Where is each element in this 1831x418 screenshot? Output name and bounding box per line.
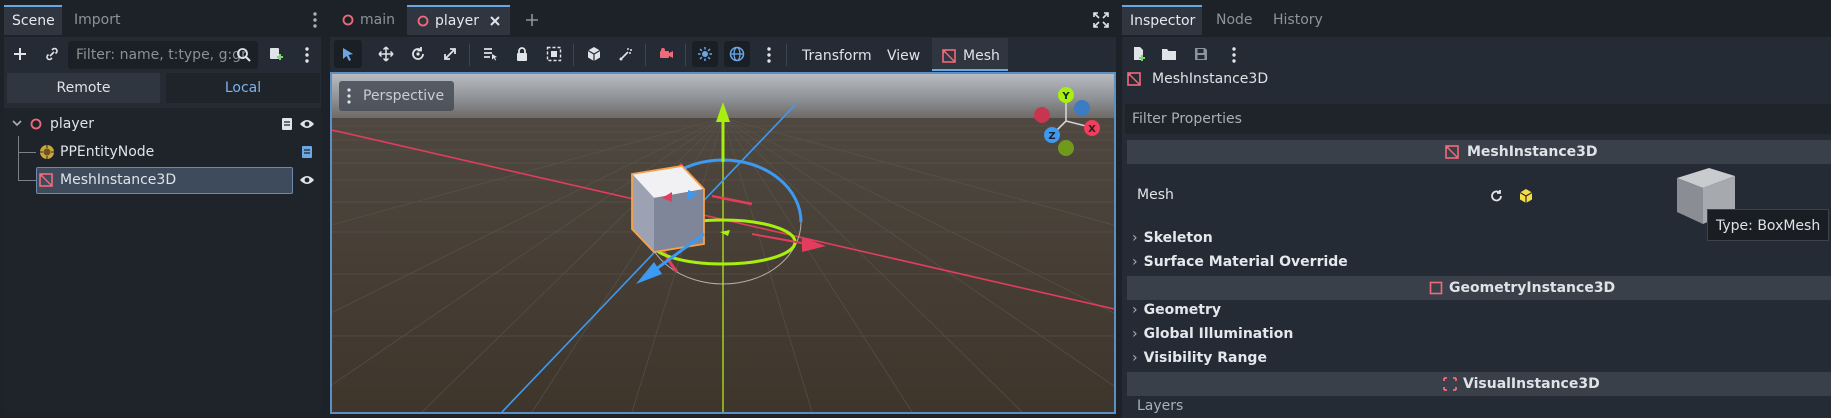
gizmo-y-label: Y bbox=[1061, 91, 1070, 102]
ppentity-node-icon bbox=[39, 144, 55, 160]
tab-inspector[interactable]: Inspector bbox=[1122, 5, 1202, 35]
environment-toggle-icon[interactable] bbox=[724, 41, 750, 67]
dock-menu-icon[interactable] bbox=[313, 12, 317, 28]
node-path-label[interactable]: MeshInstance3D bbox=[1152, 69, 1268, 89]
tab-node[interactable]: Node bbox=[1208, 5, 1261, 35]
layers-label: Layers bbox=[1137, 398, 1184, 414]
orientation-gizmo[interactable]: Y X Z bbox=[1030, 85, 1102, 157]
mesh-instance-icon bbox=[1127, 72, 1141, 86]
script-icon[interactable] bbox=[300, 145, 314, 159]
tab-main[interactable]: main bbox=[334, 5, 406, 35]
bone-icon[interactable] bbox=[613, 41, 639, 67]
group-visibility-range[interactable]: Visibility Range bbox=[1132, 350, 1267, 366]
3d-viewport[interactable] bbox=[330, 72, 1116, 414]
distraction-free-icon[interactable] bbox=[1093, 12, 1109, 28]
tree-label: PPEntityNode bbox=[60, 144, 155, 160]
mesh-instance-icon bbox=[1445, 145, 1459, 159]
save-icon[interactable] bbox=[1188, 41, 1214, 67]
section-geometryinstance3d[interactable]: GeometryInstance3D bbox=[1127, 276, 1831, 300]
viewport-scene[interactable] bbox=[332, 74, 1114, 412]
menu-dots-icon bbox=[347, 88, 351, 104]
perspective-menu-button[interactable]: Perspective bbox=[339, 81, 455, 111]
mesh-property-label: Mesh bbox=[1137, 187, 1174, 203]
group-icon[interactable] bbox=[541, 41, 567, 67]
tree-item-player[interactable]: player bbox=[8, 111, 320, 137]
select-mode-icon[interactable] bbox=[334, 40, 362, 68]
add-node-icon[interactable] bbox=[7, 41, 33, 67]
group-global-illumination[interactable]: Global Illumination bbox=[1132, 326, 1294, 342]
tree-item-meshinstance3d[interactable]: MeshInstance3D bbox=[8, 167, 320, 193]
geometry-instance-icon bbox=[1429, 281, 1443, 295]
cube-icon[interactable] bbox=[581, 41, 607, 67]
tab-player[interactable]: player bbox=[407, 5, 510, 35]
mesh-resource-icon[interactable] bbox=[1518, 188, 1534, 204]
rotate-mode-icon[interactable] bbox=[405, 41, 431, 67]
menu-transform[interactable]: Transform bbox=[802, 42, 872, 70]
group-geometry[interactable]: Geometry bbox=[1132, 302, 1221, 318]
open-folder-icon[interactable] bbox=[1156, 41, 1182, 67]
lock-icon[interactable] bbox=[509, 41, 535, 67]
gizmo-z-label: Z bbox=[1048, 131, 1055, 142]
gizmo-x-label: X bbox=[1088, 124, 1096, 135]
node3d-icon bbox=[417, 15, 429, 27]
tooltip: Type: BoxMesh bbox=[1707, 209, 1830, 241]
node3d-icon bbox=[342, 14, 354, 26]
tab-history[interactable]: History bbox=[1265, 5, 1331, 35]
close-icon[interactable] bbox=[489, 15, 501, 27]
toolbar-menu-icon[interactable] bbox=[767, 47, 771, 63]
layers-row: Layers bbox=[1127, 398, 1831, 418]
mesh-instance-icon bbox=[39, 173, 53, 187]
move-mode-icon[interactable] bbox=[373, 41, 399, 67]
search-icon bbox=[236, 47, 252, 63]
filter-properties-input[interactable]: Filter Properties bbox=[1125, 104, 1831, 134]
menu-view[interactable]: View bbox=[887, 42, 920, 70]
new-resource-icon[interactable] bbox=[1126, 41, 1152, 67]
sun-toggle-icon[interactable] bbox=[692, 41, 718, 67]
inspector-menu-icon[interactable] bbox=[1232, 47, 1236, 63]
scale-mode-icon[interactable] bbox=[437, 41, 463, 67]
section-meshinstance3d[interactable]: MeshInstance3D bbox=[1127, 140, 1831, 164]
tree-label: MeshInstance3D bbox=[60, 172, 177, 188]
script-icon[interactable] bbox=[280, 117, 294, 131]
section-visualinstance3d[interactable]: VisualInstance3D bbox=[1127, 372, 1831, 396]
scene-menu-icon[interactable] bbox=[305, 47, 309, 63]
remote-button[interactable]: Remote bbox=[7, 73, 160, 103]
visibility-eye-icon[interactable] bbox=[299, 117, 315, 131]
reset-icon[interactable] bbox=[1489, 188, 1505, 204]
tab-scene[interactable]: Scene bbox=[4, 5, 62, 35]
chevron-down-icon[interactable] bbox=[12, 120, 22, 128]
list-select-icon[interactable] bbox=[477, 41, 503, 67]
link-icon[interactable] bbox=[39, 41, 65, 67]
attach-script-icon[interactable] bbox=[263, 41, 289, 67]
tab-import[interactable]: Import bbox=[66, 5, 128, 35]
camera-preview-icon[interactable] bbox=[653, 41, 679, 67]
menu-mesh[interactable]: Mesh bbox=[942, 42, 1000, 70]
mesh-instance-icon bbox=[942, 49, 956, 63]
group-skeleton[interactable]: Skeleton bbox=[1132, 230, 1213, 246]
group-surface-material-override[interactable]: Surface Material Override bbox=[1132, 254, 1348, 270]
add-tab-icon[interactable] bbox=[524, 12, 540, 28]
tree-item-ppentitynode[interactable]: PPEntityNode bbox=[8, 139, 320, 165]
visibility-eye-icon[interactable] bbox=[299, 173, 315, 187]
tree-label: player bbox=[50, 116, 95, 132]
scene-filter-input[interactable]: Filter: name, t:type, g:gr bbox=[68, 41, 258, 69]
node3d-icon bbox=[30, 118, 42, 130]
visual-instance-icon bbox=[1443, 377, 1457, 391]
local-button[interactable]: Local bbox=[166, 73, 320, 103]
